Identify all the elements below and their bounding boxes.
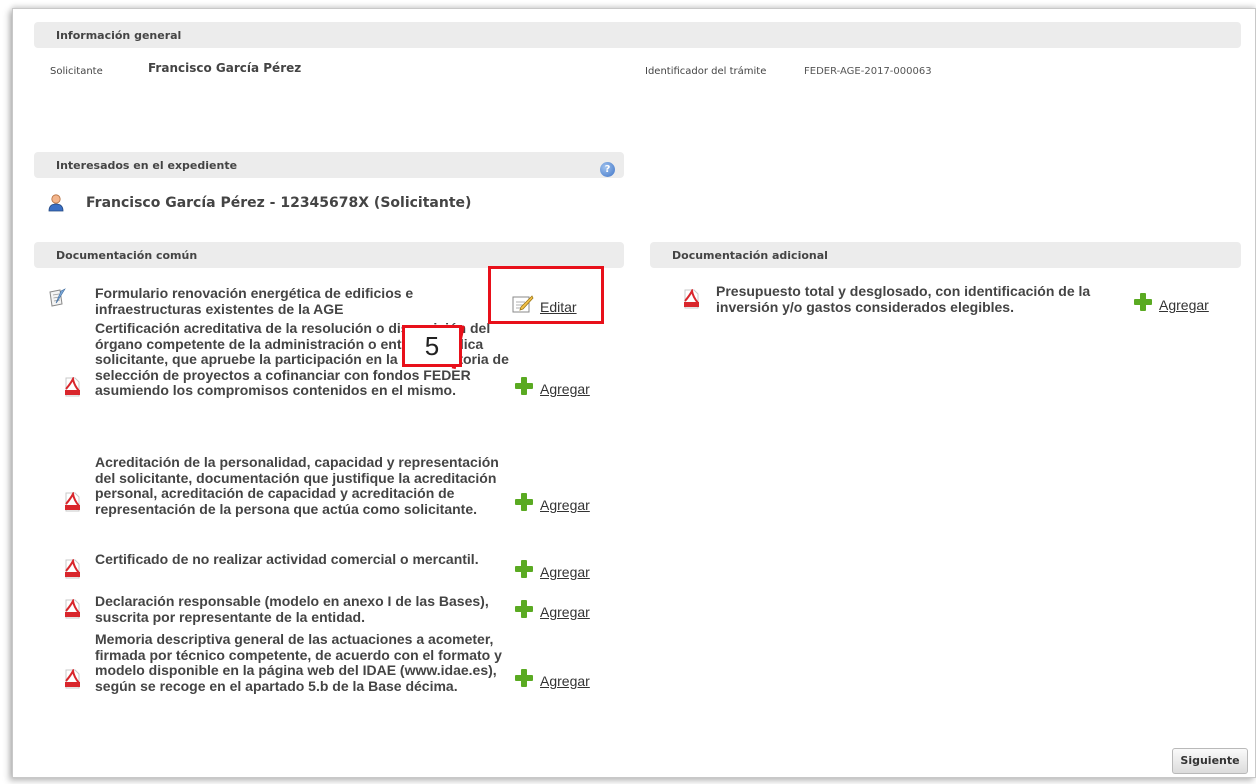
next-button[interactable]: Siguiente <box>1172 748 1248 774</box>
interested-person: Francisco García Pérez - 12345678X (Soli… <box>86 195 472 211</box>
add-button[interactable]: Agregar <box>514 492 590 512</box>
pdf-icon <box>65 377 80 397</box>
doc-item-text: Certificado de no realizar actividad com… <box>95 551 479 567</box>
plus-icon <box>1133 292 1153 312</box>
plus-icon <box>514 559 534 579</box>
pdf-icon <box>65 492 80 512</box>
doc-item-text: Declaración responsable (modelo en anexo… <box>95 593 489 625</box>
section-title: Documentación adicional <box>672 249 828 262</box>
form-icon <box>49 288 66 307</box>
section-title: Documentación común <box>56 249 198 262</box>
section-title: Interesados en el expediente <box>56 159 238 172</box>
plus-icon <box>514 599 534 619</box>
step-marker: 5 <box>402 325 462 367</box>
add-button[interactable]: Agregar <box>514 599 590 619</box>
section-interested: Interesados en el expediente <box>34 152 624 178</box>
add-button[interactable]: Agregar <box>514 559 590 579</box>
add-button[interactable]: Agregar <box>514 376 590 396</box>
doc-item-text: Acreditación de la personalidad, capacid… <box>95 454 499 517</box>
add-link[interactable]: Agregar <box>1159 298 1209 312</box>
pdf-icon <box>65 599 80 619</box>
procedure-id-label: Identificador del trámite <box>645 66 767 77</box>
add-link[interactable]: Agregar <box>540 674 590 688</box>
pdf-icon <box>65 669 80 689</box>
applicant-value: Francisco García Pérez <box>148 61 302 75</box>
section-additional-docs: Documentación adicional <box>650 242 1241 268</box>
section-general-info: Información general <box>34 22 1241 48</box>
plus-icon <box>514 492 534 512</box>
doc-item-text: Memoria descriptiva general de las actua… <box>95 631 502 694</box>
add-button[interactable]: Agregar <box>514 668 590 688</box>
add-link[interactable]: Agregar <box>540 605 590 619</box>
plus-icon <box>514 376 534 396</box>
pdf-icon <box>65 559 80 579</box>
procedure-id-value: FEDER-AGE-2017-000063 <box>804 66 932 77</box>
doc-item-text: Formulario renovación energética de edif… <box>95 285 414 317</box>
doc-item-text: Presupuesto total y desglosado, con iden… <box>716 283 1091 315</box>
pdf-icon <box>684 289 699 309</box>
add-link[interactable]: Agregar <box>540 382 590 396</box>
user-icon <box>48 194 64 212</box>
plus-icon <box>514 668 534 688</box>
add-button[interactable]: Agregar <box>1133 292 1209 312</box>
help-icon[interactable]: ? <box>600 162 615 177</box>
section-title: Información general <box>56 29 182 42</box>
add-link[interactable]: Agregar <box>540 565 590 579</box>
highlight-box <box>488 266 604 324</box>
add-link[interactable]: Agregar <box>540 498 590 512</box>
applicant-label: Solicitante <box>50 66 103 77</box>
section-common-docs: Documentación común <box>34 242 624 268</box>
